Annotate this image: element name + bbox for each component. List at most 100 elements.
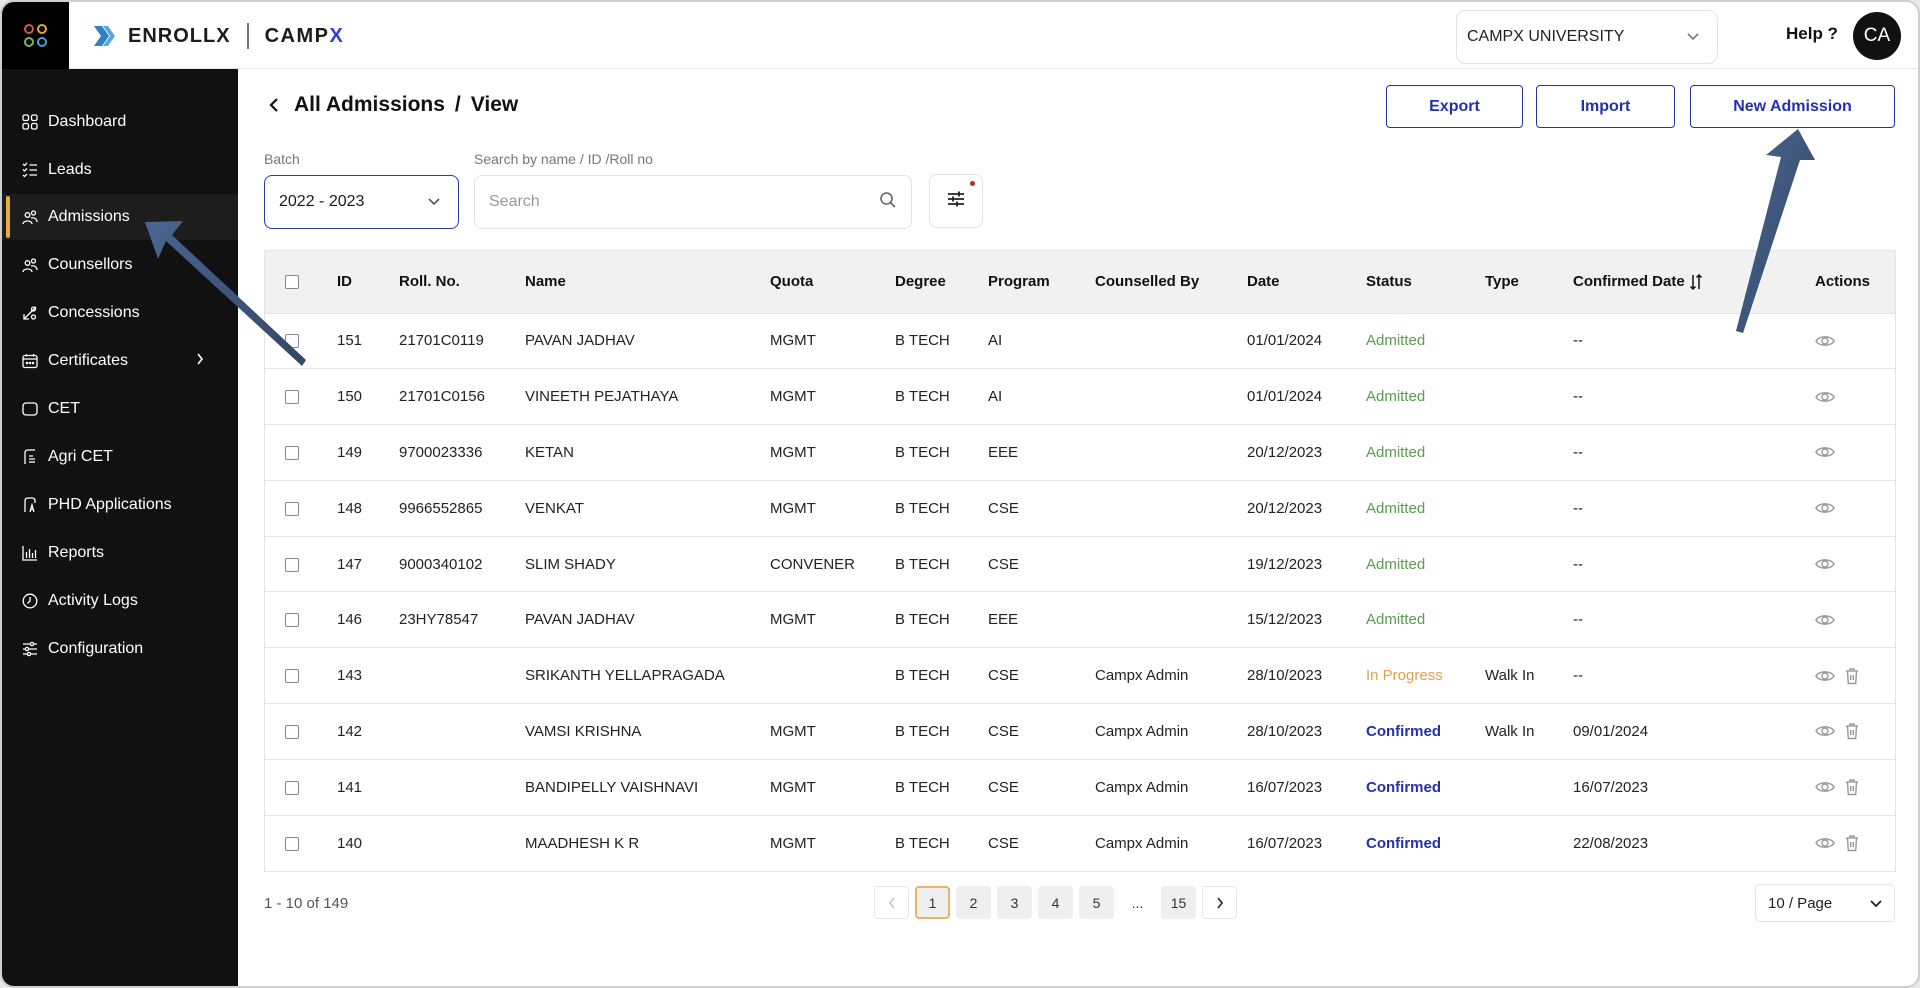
cell-confirmed-date: -- [1573,555,1583,573]
table-row[interactable]: 140 MAADHESH K R MGMT B TECH CSE Campx Admin 1… [265,815,1895,871]
partner-logo-suffix: X [329,24,345,47]
sidebar-item-agri-cet[interactable]: Agri CET [2,434,238,480]
cell-program: CSE [988,722,1019,740]
search-icon[interactable] [879,191,897,214]
back-button[interactable] [268,97,280,113]
sidebar-item-label: Dashboard [48,113,127,130]
new-admission-button[interactable]: New Admission [1690,85,1895,128]
import-button[interactable]: Import [1536,85,1675,128]
column-header-id: ID [337,273,352,291]
cell-program: AI [988,388,1003,406]
row-checkbox[interactable] [285,613,299,628]
view-eye-icon[interactable] [1815,613,1835,627]
app-grid-icon [24,24,47,47]
table-row[interactable]: 146 23HY78547 PAVAN JADHAV MGMT B TECH EEE 15/… [265,591,1895,648]
page-size-select[interactable]: 10 / Page [1755,884,1895,922]
view-eye-icon[interactable] [1815,334,1835,348]
page-button-5[interactable]: 5 [1079,886,1114,919]
cell-select [265,313,337,369]
sidebar-item-admissions[interactable]: Admissions [2,194,238,240]
row-checkbox[interactable] [285,669,299,684]
sidebar-item-activity-logs[interactable]: Activity Logs [2,578,238,624]
view-eye-icon[interactable] [1815,390,1835,404]
sort-icon[interactable] [1689,273,1703,291]
delete-trash-icon[interactable] [1845,778,1859,796]
page-button-2[interactable]: 2 [956,886,991,919]
page-button-1[interactable]: 1 [915,886,950,919]
cell-degree: B TECH [895,834,950,852]
sidebar-item-phd-applications[interactable]: PHD Applications [2,482,238,528]
table-row[interactable]: 151 21701C0119 PAVAN JADHAV MGMT B TECH AI 01/… [265,313,1895,369]
delete-trash-icon[interactable] [1845,834,1859,852]
cell-name: PAVAN JADHAV [525,611,635,629]
brand-name: ENROLLX [128,24,231,47]
select-all-checkbox[interactable] [285,275,299,290]
cell-select [265,704,337,760]
delete-trash-icon[interactable] [1845,667,1859,685]
view-eye-icon[interactable] [1815,836,1835,850]
cell-id: 146 [337,611,363,629]
view-eye-icon[interactable] [1815,780,1835,794]
page-button-4[interactable]: 4 [1038,886,1073,919]
view-eye-icon[interactable] [1815,501,1835,515]
row-checkbox[interactable] [285,836,299,851]
filter-button[interactable] [929,174,983,228]
row-checkbox[interactable] [285,501,299,516]
sidebar-item-certificates[interactable]: Certificates [2,338,238,384]
cell-type [1485,592,1573,648]
cell-status: Admitted [1366,555,1426,573]
next-page-button[interactable] [1202,886,1237,919]
table-header-row: ID Roll. No. Name Quota Degree Program C… [265,251,1895,313]
sidebar-item-concessions[interactable]: Concessions [2,290,238,336]
cell-type [1485,480,1573,536]
table-row[interactable]: 142 VAMSI KRISHNA MGMT B TECH CSE Campx Admin… [265,703,1895,760]
help-link[interactable]: Help ? [1786,24,1838,44]
prev-page-button[interactable] [874,886,909,919]
table-row[interactable]: 150 21701C0156 VINEETH PEJATHAYA MGMT B TECH… [265,368,1895,425]
cell-name: PAVAN JADHAV [525,332,635,350]
row-checkbox[interactable] [285,780,299,795]
row-checkbox[interactable] [285,725,299,739]
view-eye-icon[interactable] [1815,557,1835,571]
sidebar-item-cet[interactable]: CET [2,386,238,432]
table-row[interactable]: 143 SRIKANTH YELLAPRAGADA B TECH CSE Campx A… [265,647,1895,704]
square-icon [22,401,38,417]
row-checkbox[interactable] [285,334,299,349]
search-input[interactable] [489,193,879,211]
column-header-status: Status [1366,273,1412,291]
sidebar-item-counsellors[interactable]: Counsellors [2,242,238,288]
admissions-table: ID Roll. No. Name Quota Degree Program C… [264,250,1896,872]
sidebar-item-dashboard[interactable]: Dashboard [2,99,238,145]
table-row[interactable]: 148 9966552865 VENKAT MGMT B TECH CSE 20/12/20… [265,480,1895,536]
delete-trash-icon[interactable] [1845,722,1859,740]
brand-logo[interactable]: ENROLLX CAMPX [92,20,344,52]
row-checkbox[interactable] [285,557,299,572]
cell-quota: MGMT [770,611,816,629]
row-checkbox[interactable] [285,390,299,405]
app-launcher-button[interactable] [2,2,69,69]
page-button-15[interactable]: 15 [1161,886,1196,919]
search-field[interactable] [474,175,912,229]
cell-actions [1815,480,1895,536]
institution-select[interactable]: CAMPX UNIVERSITY [1456,10,1718,64]
table-row[interactable]: 141 BANDIPELLY VAISHNAVI MGMT B TECH CSE Camp… [265,759,1895,815]
view-eye-icon[interactable] [1815,669,1835,683]
sidebar-item-reports[interactable]: Reports [2,530,238,576]
page-ellipsis: ... [1131,894,1144,911]
table-row[interactable]: 147 9000340102 SLIM SHADY CONVENER B TECH CSE… [265,536,1895,592]
page-button-3[interactable]: 3 [997,886,1032,919]
view-eye-icon[interactable] [1815,724,1835,738]
view-eye-icon[interactable] [1815,445,1835,459]
table-row[interactable]: 149 9700023336 KETAN MGMT B TECH EEE 20/12/202… [265,424,1895,481]
cell-name: VAMSI KRISHNA [525,722,642,740]
export-button[interactable]: Export [1386,85,1523,128]
batch-select[interactable]: 2022 - 2023 [264,175,459,229]
sidebar-item-leads[interactable]: Leads [2,147,238,193]
column-header-confirmed-date[interactable]: Confirmed Date [1573,251,1815,313]
sidebar-item-configuration[interactable]: Configuration [2,626,238,672]
user-avatar[interactable]: CA [1853,12,1901,60]
column-header-date: Date [1247,273,1280,291]
bar-chart-icon [22,545,38,561]
breadcrumb-root[interactable]: All Admissions [294,93,445,117]
row-checkbox[interactable] [285,446,299,461]
